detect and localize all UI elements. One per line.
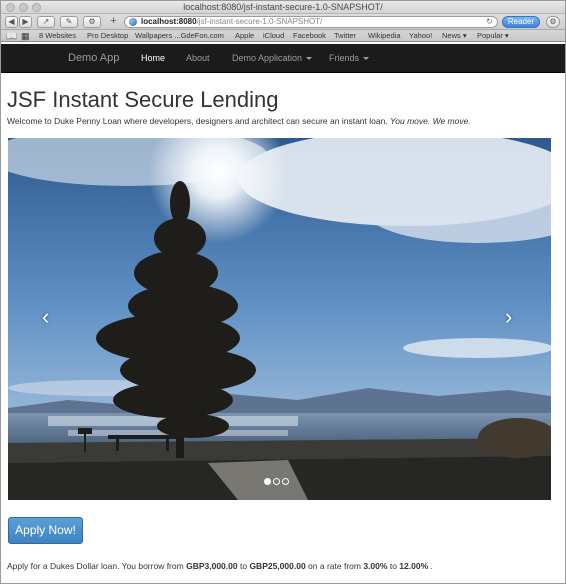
bookmark-item[interactable]: Apple	[235, 30, 254, 42]
footer-text-4: to	[389, 561, 397, 571]
new-tab-icon[interactable]: +	[107, 16, 120, 28]
bookmark-item[interactable]: Popular ▾	[477, 30, 509, 42]
footer-text-1: Apply for a Dukes Dollar loan. You borro…	[7, 561, 184, 571]
title-bar: localhost:8080/jsf-instant-secure-1.0-SN…	[1, 1, 565, 14]
nav-about[interactable]: About	[186, 44, 210, 73]
nav-demo-application-label: Demo Application	[232, 53, 303, 63]
navbar: Demo App Home About Demo Application Fri…	[1, 44, 565, 73]
bookmark-item[interactable]: Twitter	[334, 30, 356, 42]
tabs-button[interactable]: ⚙	[83, 16, 101, 28]
chevron-left-icon: ‹	[42, 304, 50, 329]
bookmarks-bar: 📖 ▦ 8 Websites Pro Desktop Wallpapers ..…	[1, 30, 565, 42]
carousel-next-button[interactable]: ›	[505, 306, 512, 328]
nav-demo-application[interactable]: Demo Application	[232, 44, 313, 73]
bookmark-item[interactable]: Facebook	[293, 30, 326, 42]
caret-down-icon	[306, 57, 313, 61]
bookmark-button[interactable]: ✎	[60, 16, 78, 28]
bookmark-item[interactable]: Pro Desktop	[87, 30, 128, 42]
footer-text-5: .	[430, 561, 433, 571]
reload-icon[interactable]: ↻	[486, 17, 493, 27]
footer-text-3: on a rate from	[308, 561, 361, 571]
bookmark-item[interactable]: iCloud	[263, 30, 284, 42]
grid-icon[interactable]: ▦	[21, 30, 30, 42]
carousel-indicator[interactable]	[282, 478, 289, 485]
settings-icon[interactable]: ⚙	[546, 16, 560, 28]
image-carousel[interactable]: ‹ ›	[8, 138, 551, 500]
bookmark-item[interactable]: 8 Websites	[39, 30, 76, 42]
loan-terms-text: Apply for a Dukes Dollar loan. You borro…	[7, 561, 433, 571]
forward-button[interactable]: ▶	[19, 16, 32, 28]
lead-text: Welcome to Duke Penny Loan where develop…	[7, 116, 471, 126]
lead-emphasis: You move. We move.	[390, 116, 471, 126]
bookmark-item[interactable]: Wallpapers ...GdeFon.com	[135, 30, 224, 42]
url-host: localhost:8080	[141, 17, 197, 26]
min-rate: 3.00%	[363, 561, 388, 571]
globe-icon	[129, 18, 137, 26]
carousel-prev-button[interactable]: ‹	[42, 306, 49, 328]
browser-window: localhost:8080/jsf-instant-secure-1.0-SN…	[0, 0, 566, 584]
navbar-brand[interactable]: Demo App	[68, 44, 119, 73]
apply-now-button[interactable]: Apply Now!	[8, 517, 83, 544]
bookmark-item[interactable]: News ▾	[442, 30, 467, 42]
caret-down-icon	[363, 57, 370, 61]
page-title: JSF Instant Secure Lending	[7, 87, 279, 112]
address-bar[interactable]: localhost:8080/jsf-instant-secure-1.0-SN…	[124, 16, 498, 28]
book-icon[interactable]: 📖	[6, 30, 17, 42]
nav-home[interactable]: Home	[141, 44, 165, 73]
lake-tree-photo	[8, 138, 551, 500]
max-rate: 12.00%	[399, 561, 429, 571]
reader-button[interactable]: Reader	[502, 16, 540, 28]
carousel-indicator[interactable]	[273, 478, 280, 485]
browser-toolbar: ◀ ▶ ↗ ✎ ⚙ + localhost:8080/jsf-instant-s…	[1, 14, 565, 30]
lead-main: Welcome to Duke Penny Loan where develop…	[7, 116, 388, 126]
window-title: localhost:8080/jsf-instant-secure-1.0-SN…	[183, 2, 383, 12]
carousel-indicators	[264, 472, 291, 490]
url-path: /jsf-instant-secure-1.0-SNAPSHOT/	[196, 17, 323, 26]
bookmark-item[interactable]: Yahoo!	[409, 30, 432, 42]
share-button[interactable]: ↗	[37, 16, 55, 28]
back-button[interactable]: ◀	[5, 16, 18, 28]
nav-friends-label: Friends	[329, 53, 360, 63]
bookmark-item[interactable]: Wikipedia	[368, 30, 401, 42]
carousel-indicator[interactable]	[264, 478, 271, 485]
chevron-right-icon: ›	[505, 304, 513, 329]
footer-text-2: to	[239, 561, 248, 571]
max-amount: GBP25,000.00	[249, 561, 306, 571]
min-amount: GBP3,000.00	[186, 561, 238, 571]
nav-friends[interactable]: Friends	[329, 44, 370, 73]
